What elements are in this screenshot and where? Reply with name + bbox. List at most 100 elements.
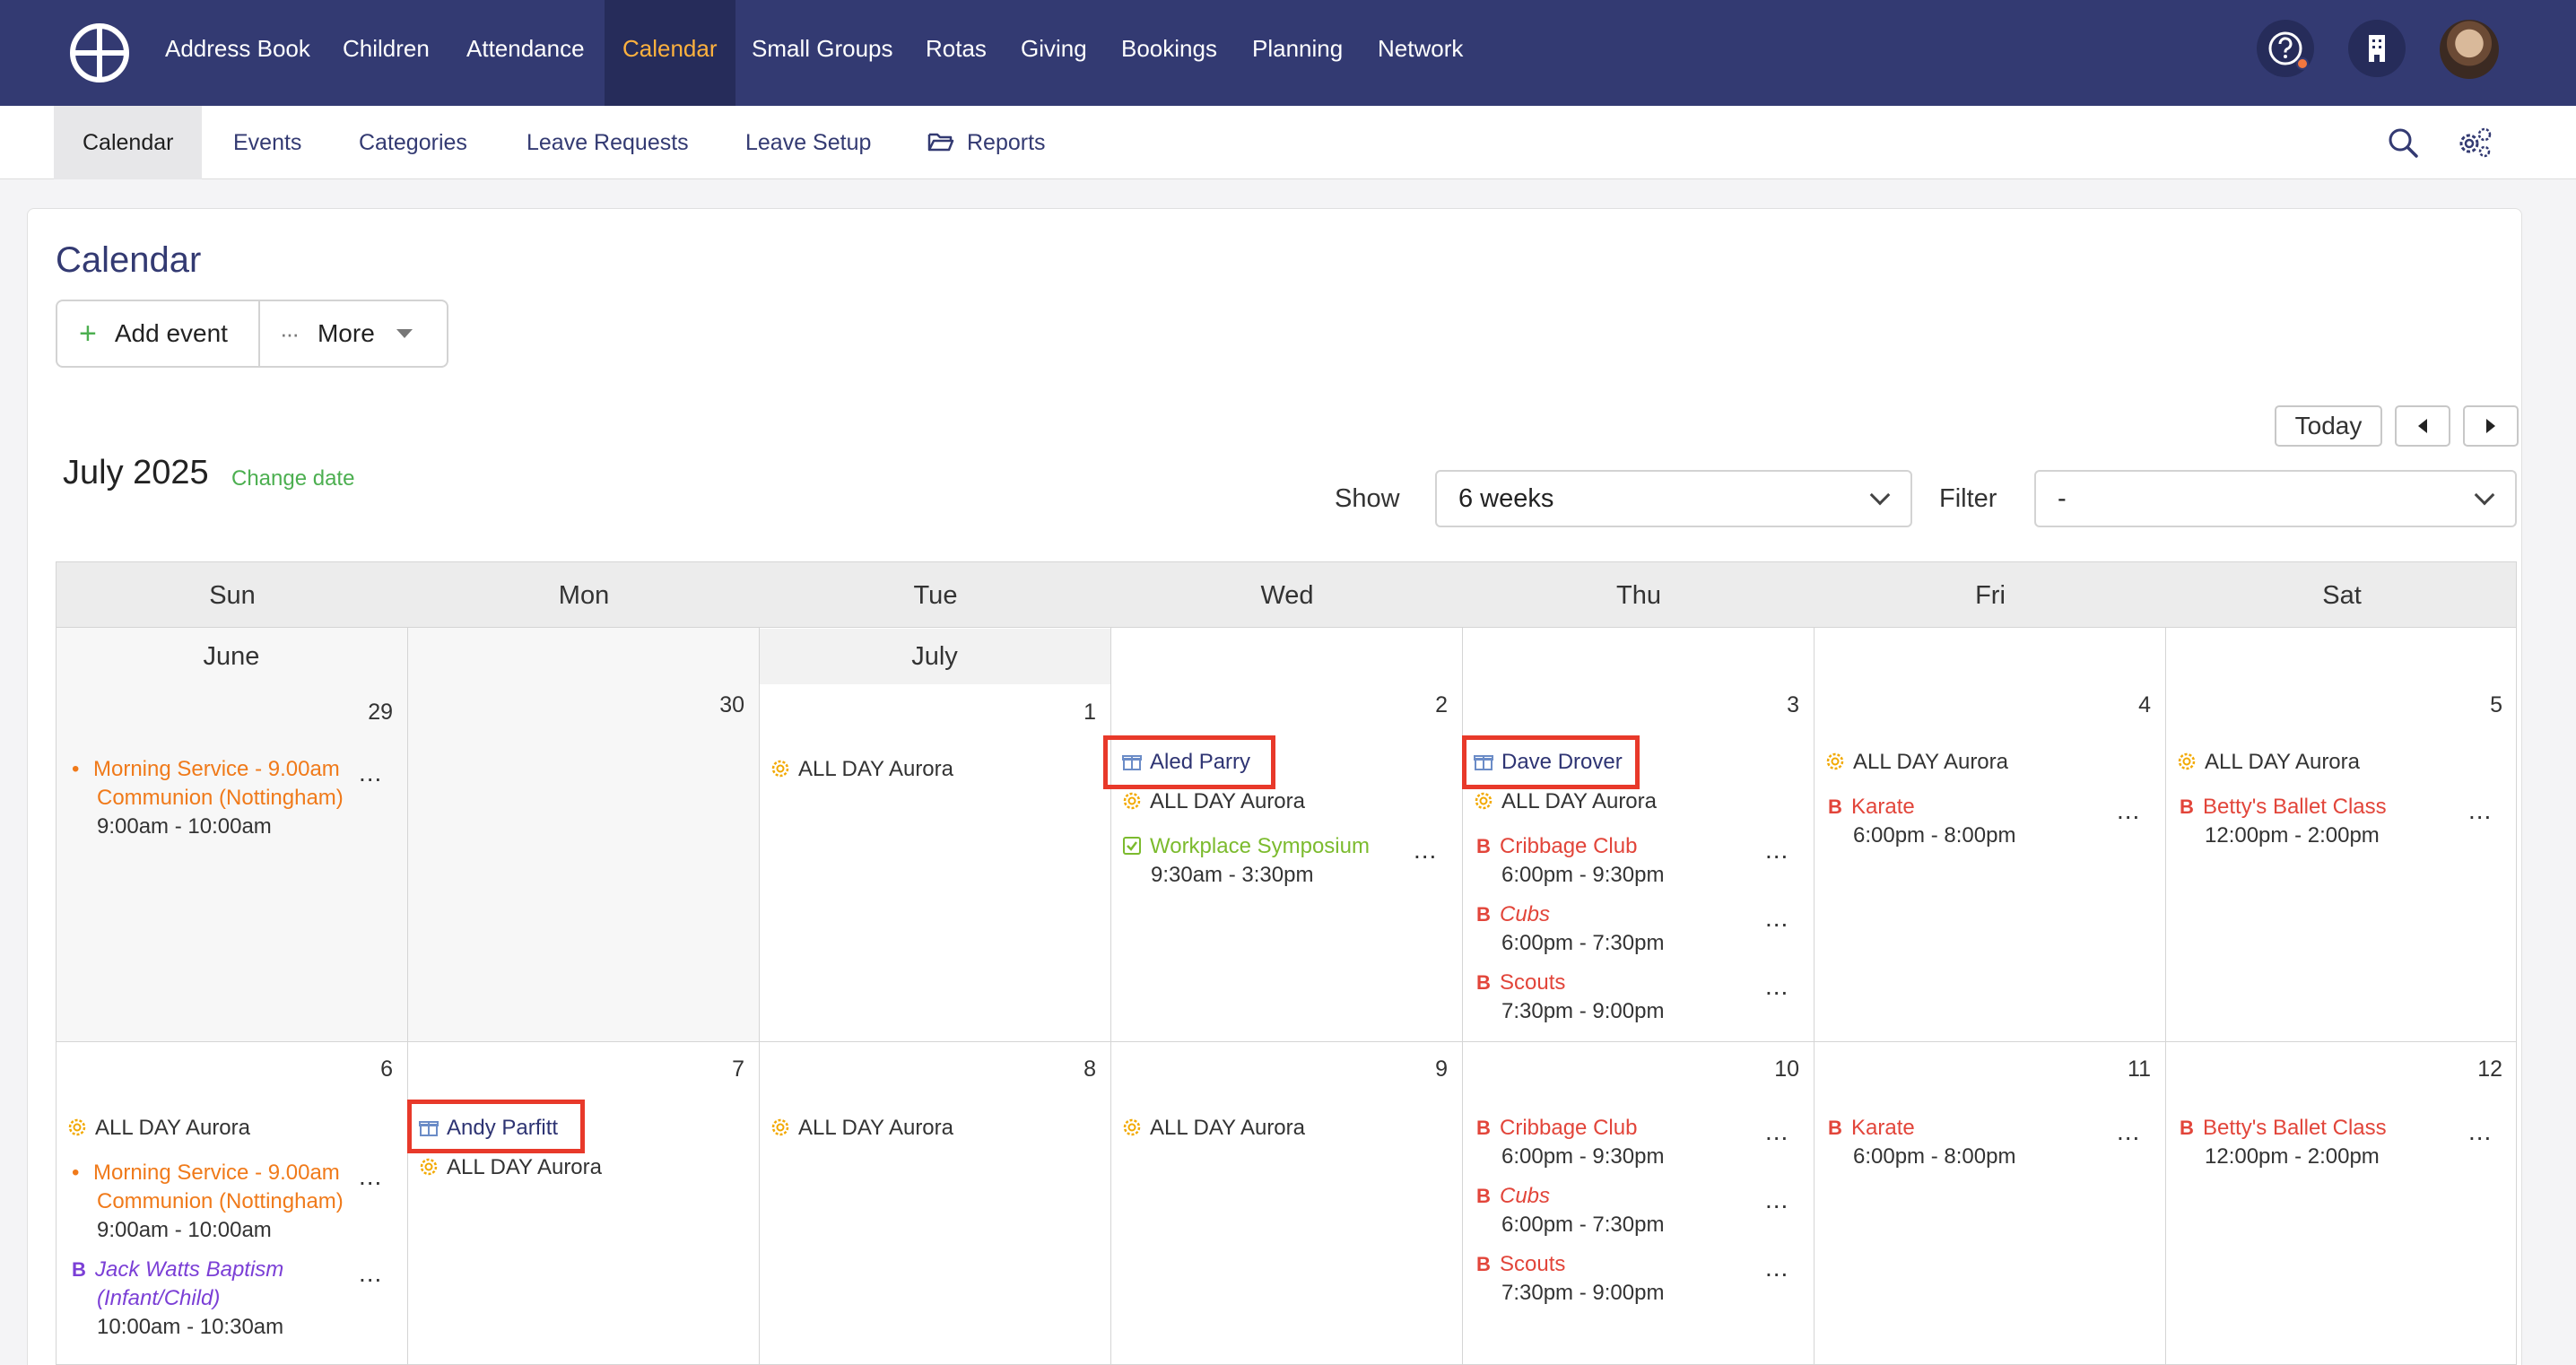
nav-bookings[interactable]: Bookings [1121, 0, 1217, 106]
add-event-button[interactable]: + Add event [57, 301, 260, 366]
birthday-name: Aled Parry [1150, 750, 1251, 774]
today-button[interactable]: Today [2275, 405, 2382, 447]
event-all-day-aurora[interactable]: ALL DAY Aurora [1121, 787, 1305, 816]
birthday-andy-parfitt[interactable]: Andy Parfitt [418, 1114, 558, 1143]
nav-giving[interactable]: Giving [1021, 0, 1087, 106]
event-title-line2[interactable]: (Infant/Child) [97, 1284, 220, 1313]
event-bettys-ballet-class[interactable]: B Betty's Ballet Class [2180, 1114, 2387, 1143]
user-avatar[interactable] [2440, 20, 2499, 79]
event-options-button[interactable]: ... [359, 761, 382, 786]
event-options-button[interactable]: ... [2468, 1119, 2492, 1144]
day-cell[interactable] [759, 628, 1110, 1042]
filter-select[interactable]: - [2034, 470, 2517, 527]
show-select-value: 6 weeks [1458, 484, 1554, 513]
event-cubs[interactable]: B Cubs [1476, 900, 1550, 929]
event-options-button[interactable]: ... [359, 1164, 382, 1189]
nav-planning[interactable]: Planning [1252, 0, 1343, 106]
event-options-button[interactable]: ... [1765, 974, 1788, 999]
event-jack-watts-baptism[interactable]: B Jack Watts Baptism [72, 1256, 283, 1284]
chevron-down-icon [2474, 484, 2495, 506]
event-cribbage-club[interactable]: B Cribbage Club [1476, 1114, 1637, 1143]
event-options-button[interactable]: ... [1765, 906, 1788, 931]
day-cell[interactable] [1814, 1042, 2165, 1365]
checkbox-icon [1123, 837, 1141, 855]
day-number: 11 [2128, 1056, 2151, 1082]
app-logo-icon[interactable] [68, 22, 131, 84]
show-select[interactable]: 6 weeks [1435, 470, 1912, 527]
nav-address-book[interactable]: Address Book [165, 0, 310, 106]
nav-attendance[interactable]: Attendance [466, 0, 585, 106]
event-karate[interactable]: B Karate [1828, 1114, 1915, 1143]
day-cell[interactable] [407, 1042, 759, 1365]
event-options-button[interactable]: ... [1765, 1256, 1788, 1281]
day-number: 29 [368, 700, 393, 725]
event-bettys-ballet-class[interactable]: B Betty's Ballet Class [2180, 793, 2387, 822]
nav-children[interactable]: Children [343, 0, 430, 106]
booking-icon: B [72, 1258, 86, 1281]
birthday-aled-parry[interactable]: Aled Parry [1121, 748, 1250, 777]
previous-button[interactable] [2395, 405, 2450, 447]
nav-small-groups[interactable]: Small Groups [752, 0, 893, 106]
booking-icon: B [2180, 1117, 2194, 1139]
day-cell[interactable] [407, 628, 759, 1042]
event-options-button[interactable]: ... [2117, 1119, 2140, 1144]
change-date-link[interactable]: Change date [231, 466, 354, 491]
event-options-button[interactable]: ... [1765, 838, 1788, 863]
subnav-calendar[interactable]: Calendar [54, 106, 203, 179]
event-morning-service[interactable]: • Morning Service - 9.00am [72, 755, 340, 784]
day-cell[interactable] [759, 1042, 1110, 1365]
event-cubs[interactable]: B Cubs [1476, 1182, 1550, 1211]
subnav-events[interactable]: Events [233, 106, 301, 179]
next-button[interactable] [2463, 405, 2519, 447]
gears-icon [2459, 127, 2492, 158]
event-cribbage-club[interactable]: B Cribbage Club [1476, 832, 1637, 861]
day-cell[interactable] [1110, 1042, 1462, 1365]
event-title-line2[interactable]: Communion (Nottingham) [97, 1187, 344, 1216]
event-options-button[interactable]: ... [1414, 838, 1437, 863]
event-time: 9:00am - 10:00am [97, 1218, 272, 1242]
event-all-day-aurora[interactable]: ALL DAY Aurora [770, 1114, 953, 1143]
month-band-june: June [203, 642, 260, 671]
booking-icon: B [1828, 1117, 1842, 1139]
event-karate[interactable]: B Karate [1828, 793, 1915, 822]
event-scouts[interactable]: B Scouts [1476, 1250, 1565, 1279]
event-scouts[interactable]: B Scouts [1476, 969, 1565, 997]
event-title: ALL DAY Aurora [2205, 750, 2360, 774]
subnav-reports[interactable]: Reports [967, 106, 1046, 179]
event-title: Cubs [1500, 1184, 1551, 1208]
event-options-button[interactable]: ... [1765, 1119, 1788, 1144]
settings-button[interactable] [2456, 124, 2493, 161]
event-all-day-aurora[interactable]: ALL DAY Aurora [2176, 748, 2360, 777]
event-all-day-aurora[interactable]: ALL DAY Aurora [1121, 1114, 1305, 1143]
day-cell[interactable] [2165, 1042, 2517, 1365]
birthday-dave-drover[interactable]: Dave Drover [1473, 748, 1623, 777]
event-morning-service[interactable]: • Morning Service - 9.00am [72, 1159, 340, 1187]
event-options-button[interactable]: ... [1765, 1187, 1788, 1213]
subnav-leave-setup[interactable]: Leave Setup [745, 106, 871, 179]
event-options-button[interactable]: ... [2468, 798, 2492, 823]
plus-icon: + [79, 317, 97, 351]
booking-icon: B [1476, 1253, 1491, 1275]
event-options-button[interactable]: ... [359, 1261, 382, 1286]
event-all-day-aurora[interactable]: ALL DAY Aurora [1473, 787, 1657, 816]
top-navigation-bar: Address Book Children Attendance Calenda… [0, 0, 2576, 106]
booking-icon: B [1476, 903, 1491, 926]
organisation-button[interactable] [2348, 20, 2406, 77]
event-title-line2[interactable]: Communion (Nottingham) [97, 784, 344, 813]
event-all-day-aurora[interactable]: ALL DAY Aurora [1824, 748, 2008, 777]
subnav-leave-requests[interactable]: Leave Requests [527, 106, 689, 179]
event-options-button[interactable]: ... [2117, 798, 2140, 823]
nav-network[interactable]: Network [1378, 0, 1463, 106]
more-dropdown-button[interactable]: ··· More [260, 301, 447, 366]
subnav-categories[interactable]: Categories [359, 106, 467, 179]
event-all-day-aurora[interactable]: ALL DAY Aurora [770, 755, 953, 784]
sun-gear-icon [771, 760, 789, 778]
search-button[interactable] [2384, 124, 2422, 161]
nav-rotas[interactable]: Rotas [926, 0, 987, 106]
event-all-day-aurora[interactable]: ALL DAY Aurora [66, 1114, 250, 1143]
event-all-day-aurora[interactable]: ALL DAY Aurora [418, 1153, 602, 1182]
event-title: Cribbage Club [1500, 1116, 1638, 1140]
event-workplace-symposium[interactable]: Workplace Symposium [1121, 832, 1370, 861]
nav-calendar[interactable]: Calendar [605, 0, 735, 106]
event-title: Karate [1851, 795, 1915, 819]
